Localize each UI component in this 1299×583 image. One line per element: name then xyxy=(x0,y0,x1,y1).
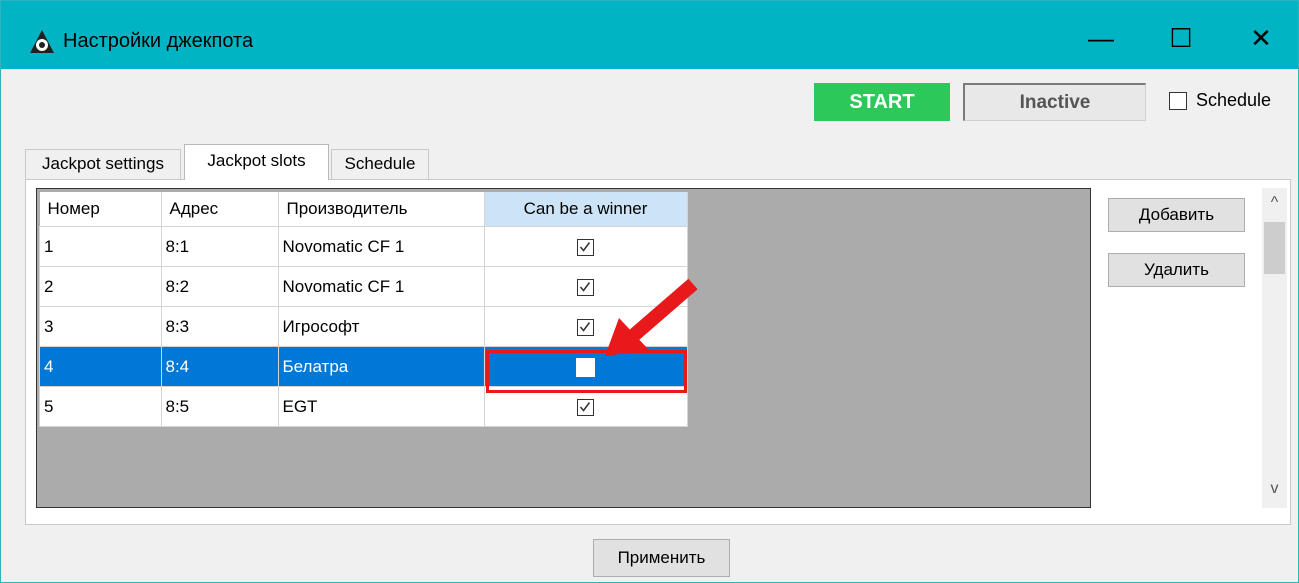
cell-maker[interactable]: Novomatic CF 1 xyxy=(277,226,485,267)
schedule-checkbox[interactable] xyxy=(1169,92,1187,110)
vertical-scrollbar[interactable]: ^ v xyxy=(1262,188,1287,508)
start-button[interactable]: START xyxy=(814,83,950,121)
cell-number[interactable]: 4 xyxy=(39,346,162,387)
tab-schedule[interactable]: Schedule xyxy=(331,149,429,179)
winner-checkbox-checked[interactable] xyxy=(577,238,594,256)
tab-jackpot-slots[interactable]: Jackpot slots xyxy=(184,144,329,180)
jackpot-settings-window: Настройки джекпота — ☐ ✕ START Inactive … xyxy=(0,0,1299,583)
cell-maker[interactable]: Белатра xyxy=(277,346,485,387)
cell-maker[interactable]: EGT xyxy=(277,386,485,427)
app-icon xyxy=(30,30,54,53)
cell-address[interactable]: 8:4 xyxy=(160,346,279,387)
winner-checkbox-checked[interactable] xyxy=(577,398,594,416)
cell-address[interactable]: 8:1 xyxy=(160,226,279,267)
scroll-up-icon[interactable]: ^ xyxy=(1262,194,1287,214)
add-button[interactable]: Добавить xyxy=(1108,198,1245,232)
tab-jackpot-settings[interactable]: Jackpot settings xyxy=(25,149,181,179)
cell-number[interactable]: 5 xyxy=(39,386,162,427)
check-icon xyxy=(579,321,591,332)
column-header-address[interactable]: Адрес xyxy=(161,192,279,227)
table-row[interactable]: 2 8:2 Novomatic CF 1 xyxy=(39,266,688,307)
cell-address[interactable]: 8:3 xyxy=(160,306,279,347)
check-icon xyxy=(579,241,591,252)
cell-number[interactable]: 3 xyxy=(39,306,162,347)
status-field: Inactive xyxy=(963,83,1146,121)
column-header-can-be-winner[interactable]: Can be a winner xyxy=(484,192,688,227)
table-row[interactable]: 3 8:3 Игрософт xyxy=(39,306,688,347)
cell-can-be-winner[interactable] xyxy=(483,226,688,267)
check-icon xyxy=(579,281,591,292)
column-header-number[interactable]: Номер xyxy=(39,192,162,227)
slots-grid[interactable]: Номер Адрес Производитель Can be a winne… xyxy=(36,188,1091,508)
check-icon xyxy=(579,401,591,412)
cell-maker[interactable]: Игрософт xyxy=(277,306,485,347)
cell-maker[interactable]: Novomatic CF 1 xyxy=(277,266,485,307)
delete-button[interactable]: Удалить xyxy=(1108,253,1245,287)
cell-address[interactable]: 8:5 xyxy=(160,386,279,427)
cell-number[interactable]: 1 xyxy=(39,226,162,267)
cell-address[interactable]: 8:2 xyxy=(160,266,279,307)
cell-number[interactable]: 2 xyxy=(39,266,162,307)
close-button[interactable]: ✕ xyxy=(1231,15,1291,61)
maximize-button[interactable]: ☐ xyxy=(1151,15,1211,61)
window-title: Настройки джекпота xyxy=(63,30,254,52)
title-bar: Настройки джекпота — ☐ ✕ xyxy=(1,1,1298,69)
scroll-thumb[interactable] xyxy=(1264,222,1285,274)
schedule-checkbox-label[interactable]: Schedule xyxy=(1196,90,1271,111)
scroll-down-icon[interactable]: v xyxy=(1262,480,1287,500)
column-header-maker[interactable]: Производитель xyxy=(278,192,485,227)
red-arrow-icon xyxy=(605,278,698,356)
apply-button[interactable]: Применить xyxy=(593,539,730,577)
minimize-button[interactable]: — xyxy=(1071,15,1131,61)
table-row[interactable]: 1 8:1 Novomatic CF 1 xyxy=(39,226,688,267)
